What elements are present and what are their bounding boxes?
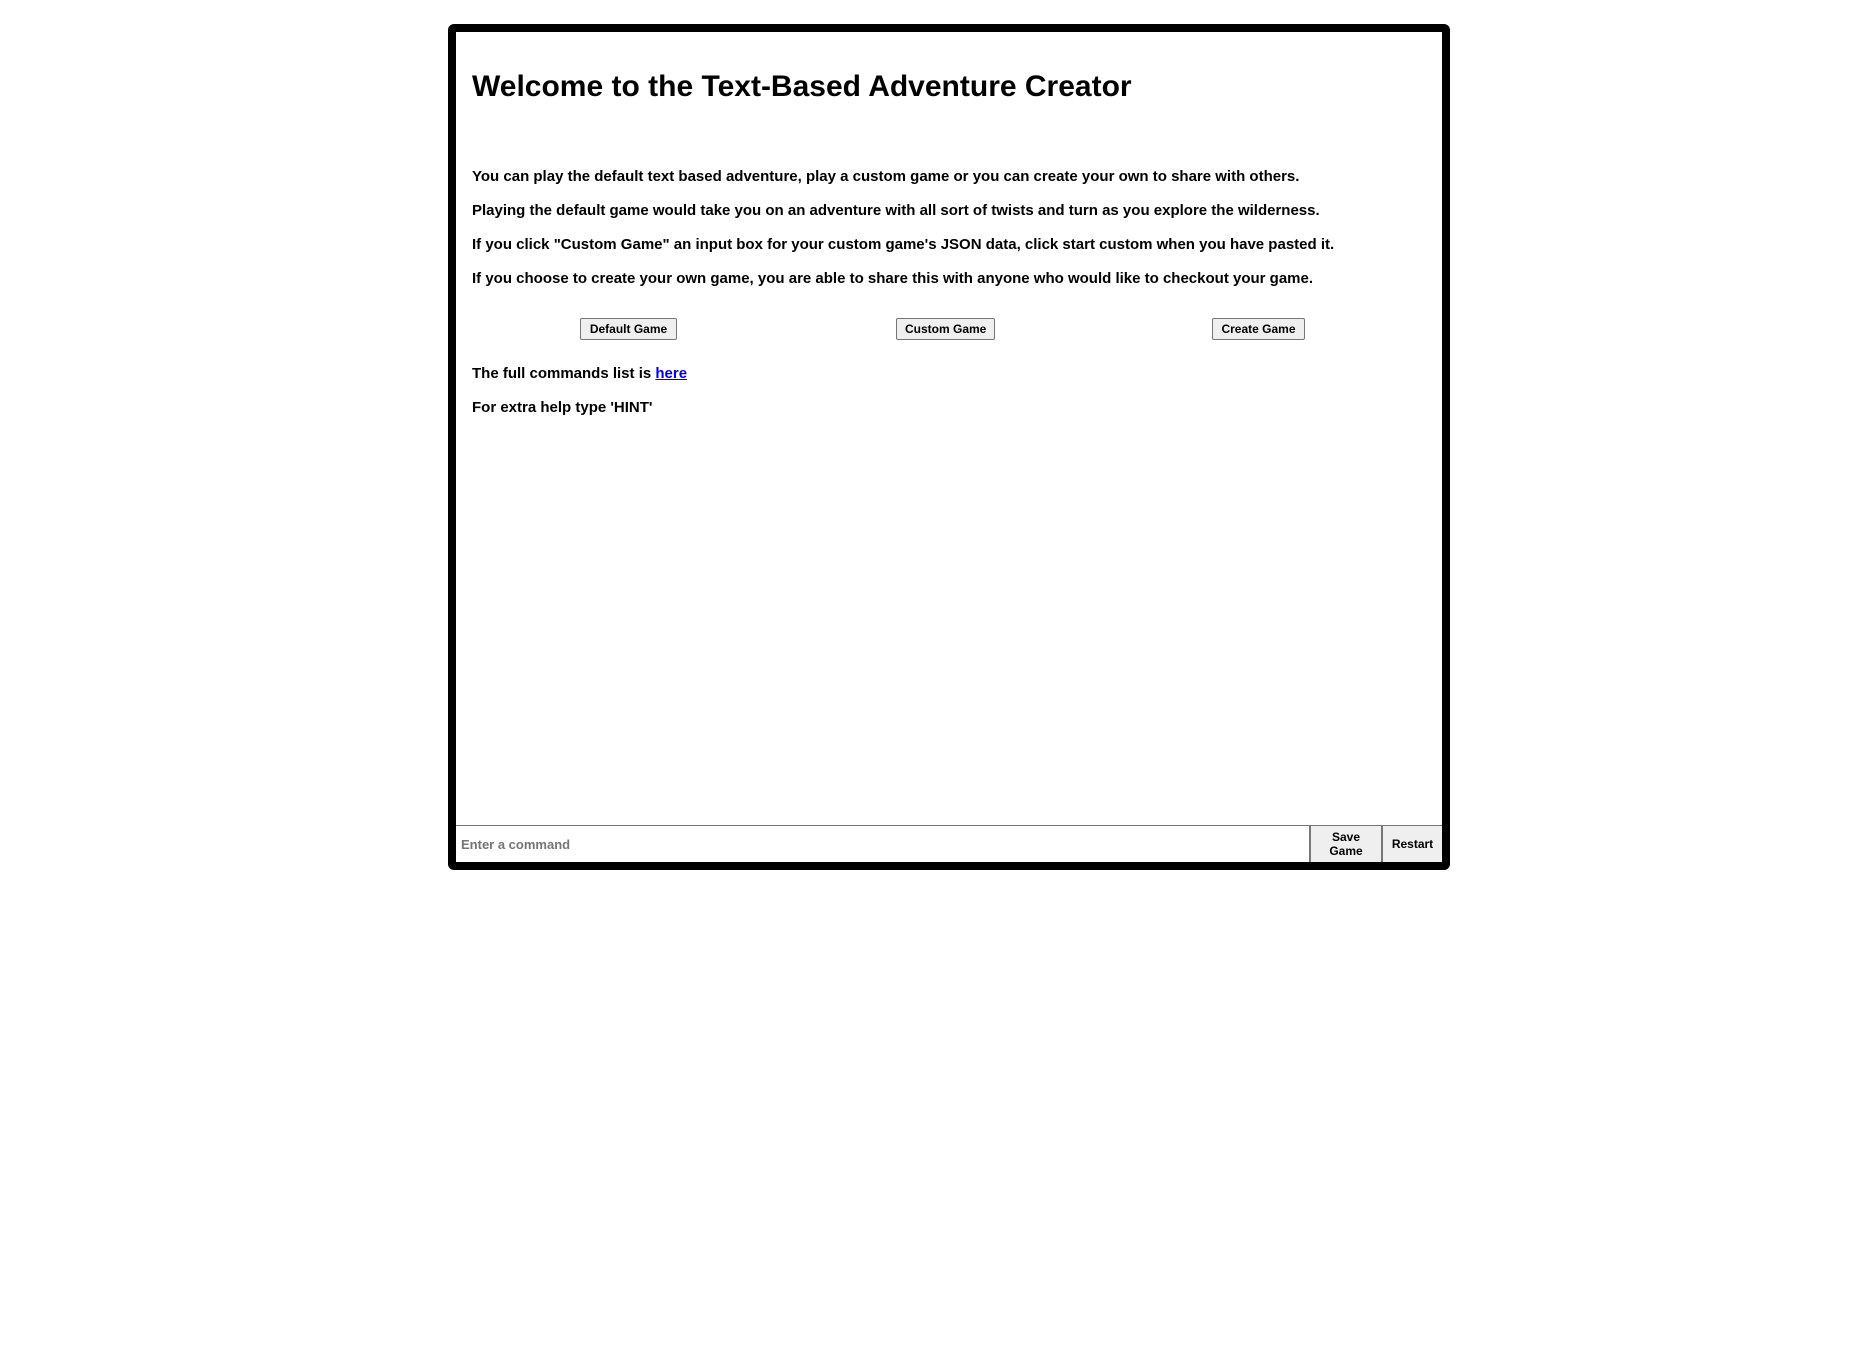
commands-list-prefix: The full commands list is	[472, 365, 656, 382]
custom-game-button[interactable]: Custom Game	[896, 318, 995, 340]
commands-list-link[interactable]: here	[655, 365, 687, 382]
save-game-button[interactable]: Save Game	[1310, 826, 1382, 862]
intro-paragraph-1: You can play the default text based adve…	[472, 168, 1300, 185]
intro-text: You can play the default text based adve…	[472, 168, 1432, 304]
intro-paragraph-2: Playing the default game would take you …	[472, 202, 1320, 219]
command-bar: Save Game Restart	[456, 825, 1442, 862]
create-game-button[interactable]: Create Game	[1212, 318, 1305, 340]
intro-paragraph-4: If you choose to create your own game, y…	[472, 270, 1314, 287]
restart-button[interactable]: Restart	[1382, 826, 1442, 862]
intro-paragraph-3: If you click "Custom Game" an input box …	[472, 236, 1335, 253]
page-title: Welcome to the Text-Based Adventure Crea…	[472, 70, 1132, 103]
game-mode-buttons: Default Game Custom Game Create Game	[472, 318, 1426, 340]
hint-text: For extra help type 'HINT'	[472, 399, 653, 416]
command-input[interactable]	[456, 826, 1310, 862]
default-game-button[interactable]: Default Game	[580, 318, 677, 340]
game-window: Welcome to the Text-Based Adventure Crea…	[448, 24, 1450, 870]
commands-list-text: The full commands list is here	[472, 365, 687, 382]
